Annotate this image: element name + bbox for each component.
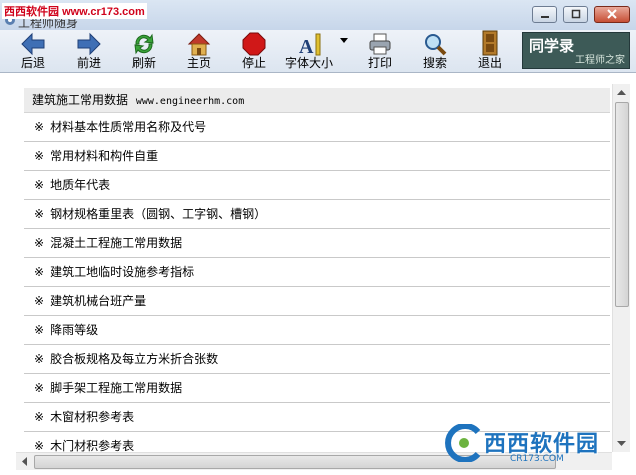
printer-icon xyxy=(369,33,391,55)
forward-button[interactable]: 前进 xyxy=(70,30,108,72)
list-item-label[interactable]: 常用材料和构件自重 xyxy=(50,149,158,163)
title-bar: 工程师随身 西西软件园 www.cr173.com xyxy=(0,0,636,31)
home-label: 主页 xyxy=(186,56,211,70)
refresh-button[interactable]: 刷新 xyxy=(126,30,162,72)
content-pane: 建筑施工常用数据 www.engineerhm.com ※ 材料基本性质常用名称及… xyxy=(16,84,610,465)
exit-door-icon xyxy=(482,30,498,56)
watermark-bottom: 西西软件园 CR173.COM xyxy=(440,418,630,468)
refresh-icon xyxy=(134,33,154,55)
magnifier-icon xyxy=(425,34,447,56)
brand-logo: 同学录 工程师之家 xyxy=(522,32,630,69)
bullet-mark: ※ xyxy=(34,323,45,337)
logo-subtitle: 工程师之家 xyxy=(575,55,625,66)
list-item-label[interactable]: 降雨等级 xyxy=(50,323,98,337)
list-item[interactable]: ※ 钢材规格重里表（圆钢、工字钢、槽钢） xyxy=(24,200,610,229)
logo-title: 同学录 xyxy=(529,37,575,55)
list-item[interactable]: ※ 混凝土工程施工常用数据 xyxy=(24,229,610,258)
back-arrow-icon xyxy=(21,32,45,56)
search-button[interactable]: 搜索 xyxy=(417,30,453,72)
watermark-top: 西西软件园 www.cr173.com xyxy=(2,3,147,19)
list-item-label[interactable]: 地质年代表 xyxy=(50,178,110,192)
font-size-label: 字体大小 xyxy=(284,56,333,70)
bullet-mark: ※ xyxy=(34,410,45,424)
list-item[interactable]: ※ 脚手架工程施工常用数据 xyxy=(24,374,610,403)
stop-icon xyxy=(242,32,266,56)
font-size-icon: A xyxy=(299,33,321,56)
bullet-mark: ※ xyxy=(34,352,45,366)
list-item-label[interactable]: 混凝土工程施工常用数据 xyxy=(50,236,182,250)
list-item-label[interactable]: 建筑机械台班产量 xyxy=(50,294,146,308)
bullet-mark: ※ xyxy=(34,178,45,192)
scroll-up-arrow-icon[interactable] xyxy=(613,84,630,101)
minimize-icon xyxy=(540,16,549,18)
home-button[interactable]: 主页 xyxy=(181,30,217,72)
bullet-mark: ※ xyxy=(34,294,45,308)
list-item[interactable]: ※ 胶合板规格及每立方米折合张数 xyxy=(24,345,610,374)
bullet-mark: ※ xyxy=(34,265,45,279)
font-size-button[interactable]: A 字体大小 xyxy=(282,30,336,72)
list-item[interactable]: ※ 材料基本性质常用名称及代号 xyxy=(24,113,610,142)
bullet-mark: ※ xyxy=(34,149,45,163)
watermark-top-url: www.cr173.com xyxy=(62,6,145,18)
font-size-dropdown[interactable] xyxy=(338,30,350,72)
bullet-mark: ※ xyxy=(34,120,45,134)
back-label: 后退 xyxy=(20,56,45,70)
list-item-label[interactable]: 材料基本性质常用名称及代号 xyxy=(50,120,206,134)
forward-arrow-icon xyxy=(77,32,101,56)
watermark-logo-icon xyxy=(445,424,481,462)
bullet-mark: ※ xyxy=(34,381,45,395)
back-button[interactable]: 后退 xyxy=(14,30,52,72)
page-title: 建筑施工常用数据 xyxy=(32,93,129,107)
list-item[interactable]: ※ 常用材料和构件自重 xyxy=(24,142,610,171)
exit-label: 退出 xyxy=(477,56,502,70)
topic-list: ※ 材料基本性质常用名称及代号 ※ 常用材料和构件自重 ※ 地质年代表 ※ 钢材规格重里… xyxy=(24,113,610,461)
bullet-mark: ※ xyxy=(34,236,45,250)
exit-button[interactable]: 退出 xyxy=(472,30,508,72)
bullet-mark: ※ xyxy=(34,207,45,221)
scroll-left-arrow-icon[interactable] xyxy=(16,453,33,470)
watermark-bottom-sub: CR173.COM xyxy=(510,454,564,464)
minimize-button[interactable] xyxy=(532,6,557,23)
list-item-label[interactable]: 钢材规格重里表（圆钢、工字钢、槽钢） xyxy=(50,207,266,221)
list-item-label[interactable]: 建筑工地临时设施参考指标 xyxy=(50,265,194,279)
list-item[interactable]: ※ 建筑工地临时设施参考指标 xyxy=(24,258,610,287)
list-item-label[interactable]: 胶合板规格及每立方米折合张数 xyxy=(50,352,218,366)
stop-button[interactable]: 停止 xyxy=(236,30,272,72)
list-item-label[interactable]: 脚手架工程施工常用数据 xyxy=(50,381,182,395)
watermark-top-name: 西西软件园 xyxy=(4,6,59,18)
list-item-label[interactable]: 木门材积参考表 xyxy=(50,439,134,453)
page-header: 建筑施工常用数据 www.engineerhm.com xyxy=(24,88,610,113)
stop-label: 停止 xyxy=(241,56,266,70)
close-icon xyxy=(607,9,617,19)
close-button[interactable] xyxy=(594,6,630,23)
maximize-button[interactable] xyxy=(563,6,588,23)
print-button[interactable]: 打印 xyxy=(362,30,398,72)
list-item[interactable]: ※ 建筑机械台班产量 xyxy=(24,287,610,316)
refresh-label: 刷新 xyxy=(131,56,156,70)
toolbar: 后退 前进 刷新 主页 停止 A 字体大小 打印 搜索 退出 同学录 工程师之家 xyxy=(0,30,636,73)
list-item-label[interactable]: 木窗材积参考表 xyxy=(50,410,134,424)
list-item[interactable]: ※ 地质年代表 xyxy=(24,171,610,200)
home-icon xyxy=(187,33,211,56)
page-site-url: www.engineerhm.com xyxy=(135,96,245,107)
vertical-scroll-thumb[interactable] xyxy=(615,102,629,307)
list-item[interactable]: ※ 降雨等级 xyxy=(24,316,610,345)
forward-label: 前进 xyxy=(76,56,101,70)
maximize-icon xyxy=(571,9,580,19)
bullet-mark: ※ xyxy=(34,439,45,453)
vertical-scrollbar[interactable] xyxy=(612,84,630,452)
chevron-down-icon xyxy=(340,38,348,43)
print-label: 打印 xyxy=(367,56,392,70)
search-label: 搜索 xyxy=(422,56,447,70)
svg-text:A: A xyxy=(299,36,314,56)
